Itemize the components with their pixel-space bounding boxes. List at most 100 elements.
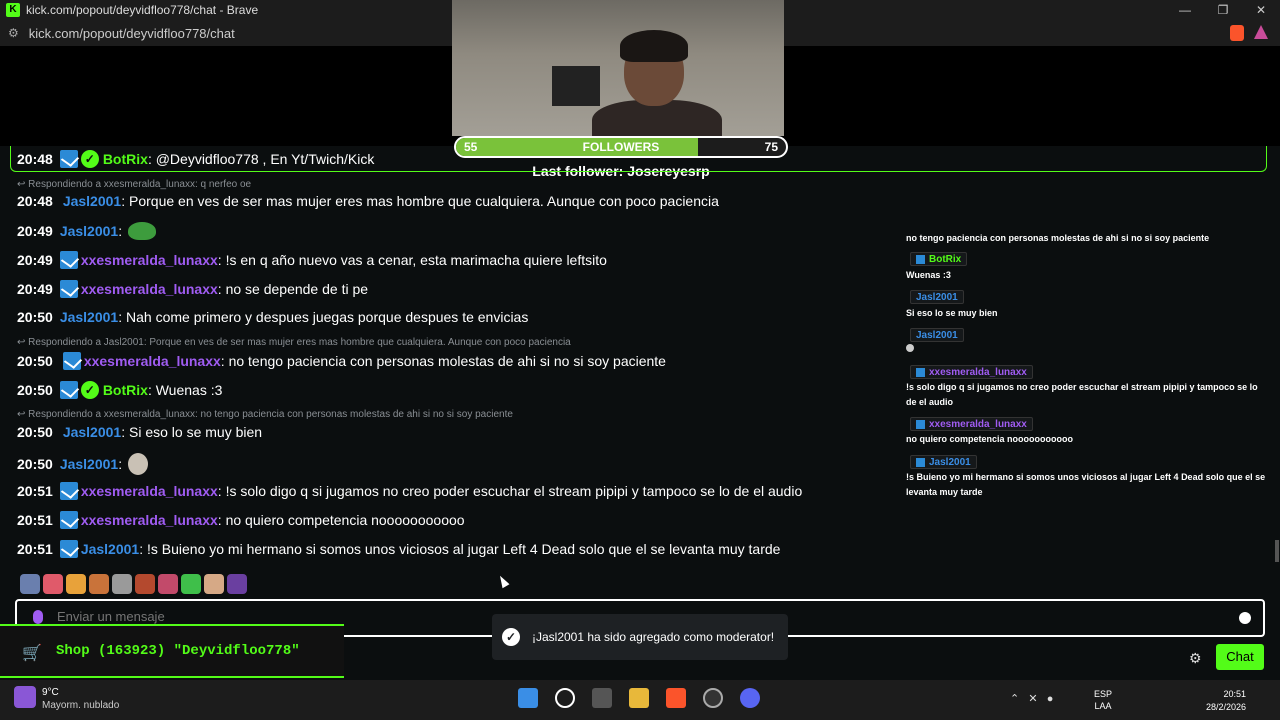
emote-icon[interactable]: [158, 574, 178, 594]
emote-icon[interactable]: [204, 574, 224, 594]
emote-icon[interactable]: [135, 574, 155, 594]
send-chat-button[interactable]: Chat: [1216, 644, 1264, 670]
file-explorer-icon[interactable]: [629, 688, 649, 708]
emote-icon[interactable]: [227, 574, 247, 594]
moderator-toast: ✓ ¡Jasl2001 ha sido agregado como modera…: [492, 614, 788, 660]
moderator-badge-icon: [62, 352, 81, 370]
message-time: 20:48: [17, 151, 53, 167]
message-time: 20:49: [17, 281, 53, 297]
pinned-message: 20:48 ✓ BotRix : @Deyvidfloo778 , En Yt/…: [17, 150, 374, 168]
moderator-badge-icon: [59, 280, 78, 298]
message-time: 20:50: [17, 353, 53, 369]
emote-icon[interactable]: [66, 574, 86, 594]
emote-icon[interactable]: [43, 574, 63, 594]
site-settings-icon[interactable]: ⚙: [8, 26, 19, 40]
overlay-username: xxesmeralda_lunaxx: [910, 417, 1033, 431]
message-text: : Si eso lo se muy bien: [121, 424, 263, 440]
chat-message: 20:50 Jasl2001 :: [17, 453, 149, 475]
message-time: 20:50: [17, 456, 53, 472]
chat-message: 20:50 Jasl2001 : Si eso lo se muy bien: [17, 424, 262, 440]
moderator-badge-icon: [59, 511, 78, 529]
username[interactable]: Jasl2001: [60, 309, 118, 325]
username[interactable]: Jasl2001: [81, 541, 139, 557]
brave-browser-icon[interactable]: [666, 688, 686, 708]
reply-context: ↩ Respondiendo a xxesmeralda_lunaxx: no …: [17, 409, 513, 420]
emote-icon[interactable]: [181, 574, 201, 594]
message-text: : !s Buieno yo mi hermano si somos unos …: [139, 541, 781, 557]
chat-settings-icon[interactable]: ⚙: [1189, 650, 1203, 666]
chat-message: 20:51 xxesmeralda_lunaxx : !s solo digo …: [17, 482, 802, 500]
chat-message-input[interactable]: [57, 609, 557, 624]
shop-banner: 🛒 Shop (163923) "Deyvidfloo778": [0, 624, 344, 678]
brave-shields-icon[interactable]: [1230, 25, 1244, 41]
chat-message: 20:50 Jasl2001 : Nah come primero y desp…: [17, 309, 528, 325]
microphone-icon[interactable]: [33, 610, 43, 624]
message-text: : !s en q año nuevo vas a cenar, esta ma…: [217, 252, 607, 268]
username[interactable]: BotRix: [103, 151, 148, 167]
message-time: 20:51: [17, 541, 53, 557]
overlay-username: Jasl2001: [910, 290, 964, 304]
start-menu-icon[interactable]: [518, 688, 538, 708]
obs-icon[interactable]: [703, 688, 723, 708]
window-title: kick.com/popout/deyvidfloo778/chat - Bra…: [26, 3, 259, 17]
language-indicator[interactable]: ESP LAA: [1094, 688, 1112, 712]
checkmark-icon: ✓: [502, 628, 520, 646]
discord-icon[interactable]: [740, 688, 760, 708]
close-button[interactable]: ✕: [1242, 0, 1280, 20]
minimize-button[interactable]: —: [1166, 0, 1204, 20]
shopping-cart-icon: 🛒: [22, 645, 42, 662]
overlay-message-text: Si eso lo se muy bien: [906, 308, 998, 318]
username[interactable]: xxesmeralda_lunaxx: [81, 252, 218, 268]
username[interactable]: xxesmeralda_lunaxx: [81, 281, 218, 297]
emoji-picker-icon[interactable]: [1239, 612, 1251, 624]
moderator-badge-icon: [59, 540, 78, 558]
face-emote-icon: [128, 453, 149, 475]
message-time: 20:50: [17, 424, 53, 440]
system-tray-icons[interactable]: ⌃ ✕ ●: [1010, 692, 1053, 705]
chat-message: 20:51 Jasl2001 : !s Buieno yo mi hermano…: [17, 540, 780, 558]
message-time: 20:51: [17, 512, 53, 528]
restore-button[interactable]: ❐: [1204, 0, 1242, 20]
chat-message: 20:48 Jasl2001 : Porque en ves de ser ma…: [17, 193, 719, 209]
moderator-badge-icon: [59, 251, 78, 269]
system-clock[interactable]: 20:51 28/2/2026: [1198, 688, 1246, 714]
moderator-badge-icon: [916, 367, 925, 377]
emote-icon[interactable]: [20, 574, 40, 594]
url-text[interactable]: kick.com/popout/deyvidfloo778/chat: [29, 26, 235, 41]
message-time: 20:50: [17, 382, 53, 398]
toast-text: ¡Jasl2001 ha sido agregado como moderato…: [532, 630, 775, 644]
shop-text: Shop (163923) "Deyvidfloo778": [56, 643, 300, 659]
moderator-badge-icon: [59, 381, 78, 399]
weather-temperature[interactable]: 9°C: [42, 687, 59, 698]
reply-context: ↩ Respondiendo a Jasl2001: Porque en ves…: [17, 337, 571, 348]
emote-icon[interactable]: [89, 574, 109, 594]
chat-message: 20:51 xxesmeralda_lunaxx : no quiero com…: [17, 511, 465, 529]
weather-icon[interactable]: [14, 686, 36, 708]
weather-description[interactable]: Mayorm. nublado: [42, 700, 119, 711]
chat-scrollbar[interactable]: [1275, 540, 1279, 562]
username[interactable]: xxesmeralda_lunaxx: [81, 483, 218, 499]
username[interactable]: Jasl2001: [63, 424, 121, 440]
username[interactable]: Jasl2001: [63, 193, 121, 209]
chat-message: 20:50 xxesmeralda_lunaxx : no tengo paci…: [17, 352, 666, 370]
background-shelf: [552, 66, 600, 106]
message-text: : no quiero competencia nooooooooooo: [217, 512, 465, 528]
username[interactable]: Jasl2001: [60, 456, 118, 472]
moderator-badge-icon: [916, 457, 925, 467]
emote-icon[interactable]: [112, 574, 132, 594]
username[interactable]: Jasl2001: [60, 223, 118, 239]
username[interactable]: BotRix: [103, 382, 148, 398]
username[interactable]: xxesmeralda_lunaxx: [81, 512, 218, 528]
message-text: :: [118, 223, 123, 239]
message-time: 20:51: [17, 483, 53, 499]
message-text: : Nah come primero y despues juegas porq…: [118, 309, 529, 325]
recent-emotes-bar: [20, 574, 247, 594]
search-icon[interactable]: [555, 688, 575, 708]
chat-message: 20:49 xxesmeralda_lunaxx : no se depende…: [17, 280, 368, 298]
username[interactable]: xxesmeralda_lunaxx: [84, 353, 221, 369]
message-text: : !s solo digo q si jugamos no creo pode…: [217, 483, 803, 499]
task-view-icon[interactable]: [592, 688, 612, 708]
brave-rewards-icon[interactable]: [1254, 25, 1268, 39]
overlay-username: BotRix: [910, 252, 968, 266]
message-text: : Porque en ves de ser mas mujer eres ma…: [121, 193, 719, 209]
